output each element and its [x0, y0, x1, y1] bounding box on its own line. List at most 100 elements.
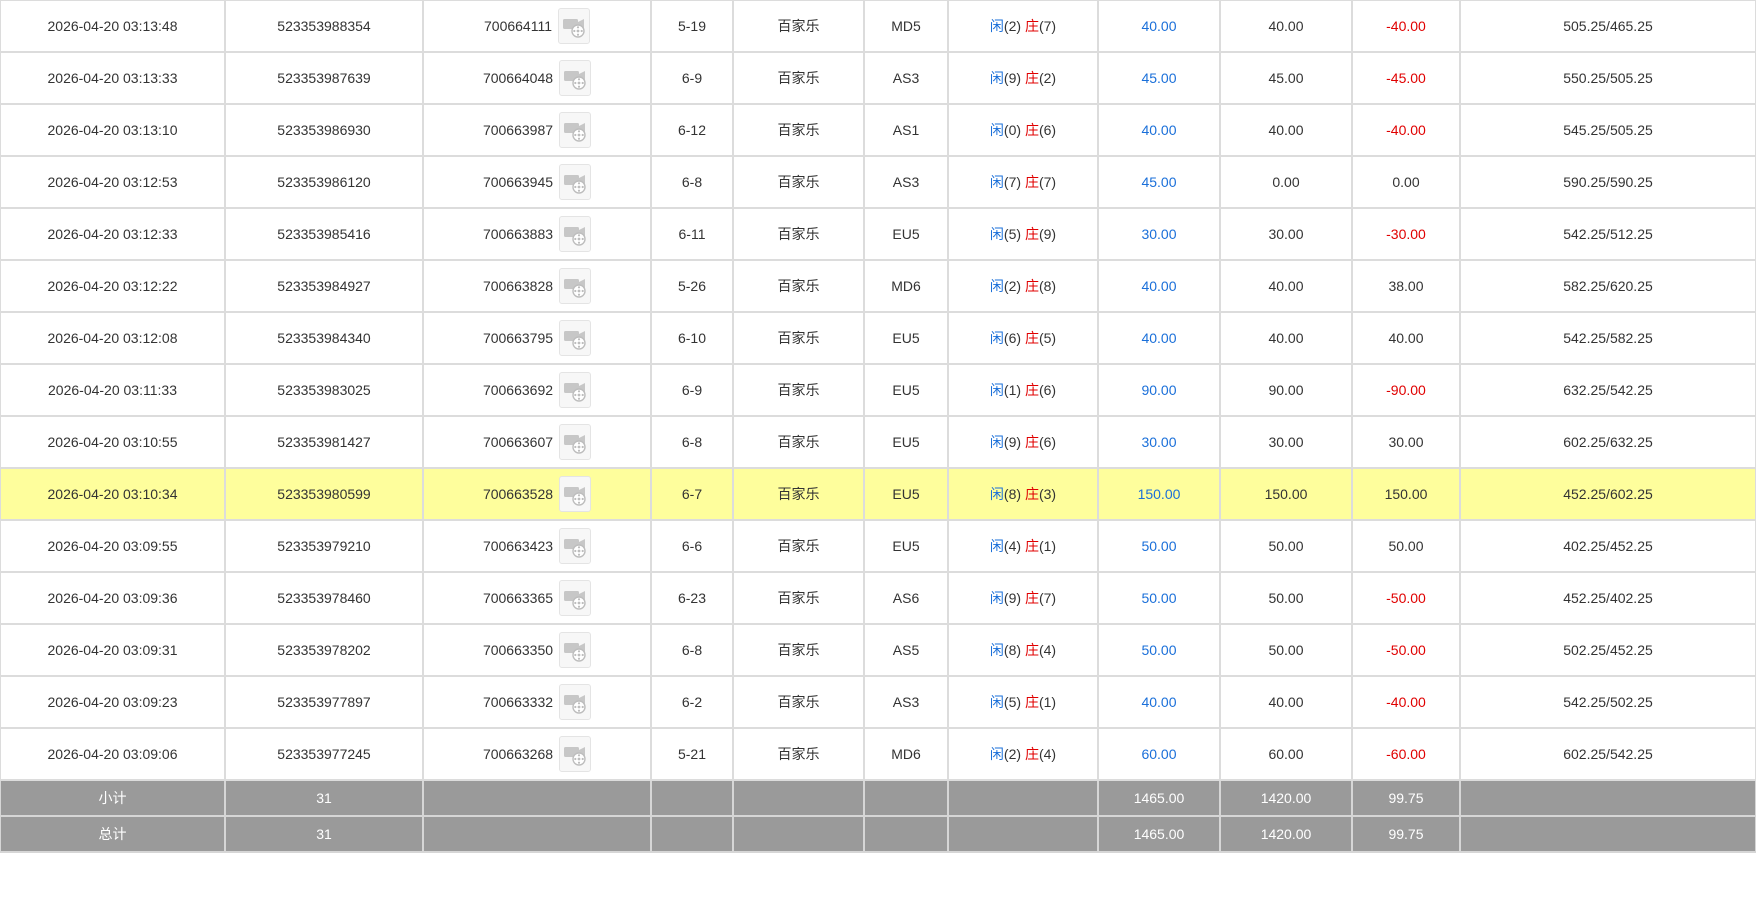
shoe-number: 6-8 — [650, 155, 734, 209]
valid-bet-amount: 40.00 — [1219, 259, 1353, 313]
subtotal-valid-bet: 1420.00 — [1219, 779, 1353, 817]
banker-score: (3) — [1038, 486, 1057, 502]
bet-time: 2026-04-20 03:12:08 — [0, 311, 226, 365]
round-cell: 700663795 — [422, 311, 652, 365]
subtotal-empty-cell — [947, 779, 1099, 817]
banker-label: 庄 — [1024, 746, 1039, 762]
video-replay-icon[interactable] — [559, 164, 592, 200]
table-code: MD5 — [863, 0, 949, 53]
shoe-number: 6-10 — [650, 311, 734, 365]
round-number: 700663423 — [482, 538, 554, 554]
result-cell: 闲(8) 庄(3) — [947, 467, 1099, 521]
video-replay-icon[interactable] — [559, 320, 592, 356]
player-score: (5) — [1003, 694, 1022, 710]
valid-bet-amount: 30.00 — [1219, 207, 1353, 261]
result-cell: 闲(5) 庄(1) — [947, 675, 1099, 729]
player-score: (4) — [1003, 538, 1022, 554]
player-label: 闲 — [989, 590, 1004, 606]
valid-bet-amount: 150.00 — [1219, 467, 1353, 521]
win-loss-amount: 150.00 — [1351, 467, 1461, 521]
banker-label: 庄 — [1024, 694, 1039, 710]
round-cell: 700663350 — [422, 623, 652, 677]
video-replay-icon[interactable] — [559, 476, 592, 512]
total-empty-cell — [947, 815, 1099, 853]
result-cell: 闲(7) 庄(7) — [947, 155, 1099, 209]
order-number: 523353984927 — [224, 259, 424, 313]
banker-score: (1) — [1038, 694, 1057, 710]
player-label: 闲 — [989, 18, 1004, 34]
player-label: 闲 — [989, 382, 1004, 398]
round-number: 700663987 — [482, 122, 554, 138]
valid-bet-amount: 40.00 — [1219, 103, 1353, 157]
banker-score: (4) — [1038, 642, 1057, 658]
subtotal-count: 31 — [224, 779, 424, 817]
video-replay-icon[interactable] — [559, 60, 592, 96]
banker-score: (6) — [1038, 382, 1057, 398]
subtotal-empty-cell — [732, 779, 865, 817]
result-cell: 闲(9) 庄(2) — [947, 51, 1099, 105]
video-replay-icon[interactable] — [559, 268, 592, 304]
banker-score: (4) — [1038, 746, 1057, 762]
player-score: (6) — [1003, 330, 1022, 346]
table-row: 2026-04-20 03:09:36 523353978460 7006633… — [0, 571, 1756, 625]
table-row: 2026-04-20 03:09:31 523353978202 7006633… — [0, 623, 1756, 677]
bet-time: 2026-04-20 03:10:34 — [0, 467, 226, 521]
video-replay-icon[interactable] — [559, 372, 592, 408]
video-replay-icon[interactable] — [559, 528, 592, 564]
table-row: 2026-04-20 03:13:48 523353988354 7006641… — [0, 0, 1756, 53]
video-replay-icon[interactable] — [559, 736, 592, 772]
video-replay-icon[interactable] — [558, 8, 590, 44]
balance-before-after: 402.25/452.25 — [1459, 519, 1756, 573]
table-code: AS3 — [863, 675, 949, 729]
game-name: 百家乐 — [732, 363, 865, 417]
order-number: 523353987639 — [224, 51, 424, 105]
balance-before-after: 542.25/512.25 — [1459, 207, 1756, 261]
video-replay-icon[interactable] — [559, 112, 592, 148]
player-label: 闲 — [989, 642, 1004, 658]
order-number: 523353977245 — [224, 727, 424, 781]
round-number: 700663365 — [482, 590, 554, 606]
win-loss-amount: 38.00 — [1351, 259, 1461, 313]
player-score: (1) — [1003, 382, 1022, 398]
bet-amount: 45.00 — [1097, 155, 1221, 209]
valid-bet-amount: 50.00 — [1219, 623, 1353, 677]
valid-bet-amount: 30.00 — [1219, 415, 1353, 469]
banker-label: 庄 — [1024, 226, 1039, 242]
total-empty-cell — [422, 815, 652, 853]
table-code: AS3 — [863, 155, 949, 209]
table-code: AS3 — [863, 51, 949, 105]
bet-amount: 30.00 — [1097, 207, 1221, 261]
order-number: 523353977897 — [224, 675, 424, 729]
bet-amount: 30.00 — [1097, 415, 1221, 469]
bet-time: 2026-04-20 03:10:55 — [0, 415, 226, 469]
shoe-number: 5-26 — [650, 259, 734, 313]
order-number: 523353986930 — [224, 103, 424, 157]
video-replay-icon[interactable] — [559, 216, 592, 252]
bet-amount: 40.00 — [1097, 311, 1221, 365]
bet-time: 2026-04-20 03:09:06 — [0, 727, 226, 781]
subtotal-label: 小计 — [0, 779, 226, 817]
player-score: (2) — [1003, 278, 1022, 294]
round-cell: 700664048 — [422, 51, 652, 105]
video-replay-icon[interactable] — [559, 632, 592, 668]
total-valid-bet: 1420.00 — [1219, 815, 1353, 853]
bet-history-body: 2026-04-20 03:13:48 523353988354 7006641… — [0, 0, 1756, 781]
player-score: (2) — [1003, 18, 1022, 34]
banker-score: (5) — [1038, 330, 1057, 346]
bet-time: 2026-04-20 03:13:10 — [0, 103, 226, 157]
subtotal-row: 小计 31 1465.00 1420.00 99.75 — [0, 779, 1756, 817]
valid-bet-amount: 40.00 — [1219, 675, 1353, 729]
video-replay-icon[interactable] — [559, 424, 592, 460]
video-replay-icon[interactable] — [559, 580, 592, 616]
round-cell: 700663423 — [422, 519, 652, 573]
player-label: 闲 — [989, 122, 1004, 138]
banker-label: 庄 — [1024, 382, 1039, 398]
round-number: 700663828 — [482, 278, 554, 294]
video-replay-icon[interactable] — [559, 684, 592, 720]
banker-score: (6) — [1038, 434, 1057, 450]
table-code: MD6 — [863, 259, 949, 313]
table-code: EU5 — [863, 207, 949, 261]
player-label: 闲 — [989, 746, 1004, 762]
player-label: 闲 — [989, 434, 1004, 450]
banker-label: 庄 — [1024, 70, 1039, 86]
